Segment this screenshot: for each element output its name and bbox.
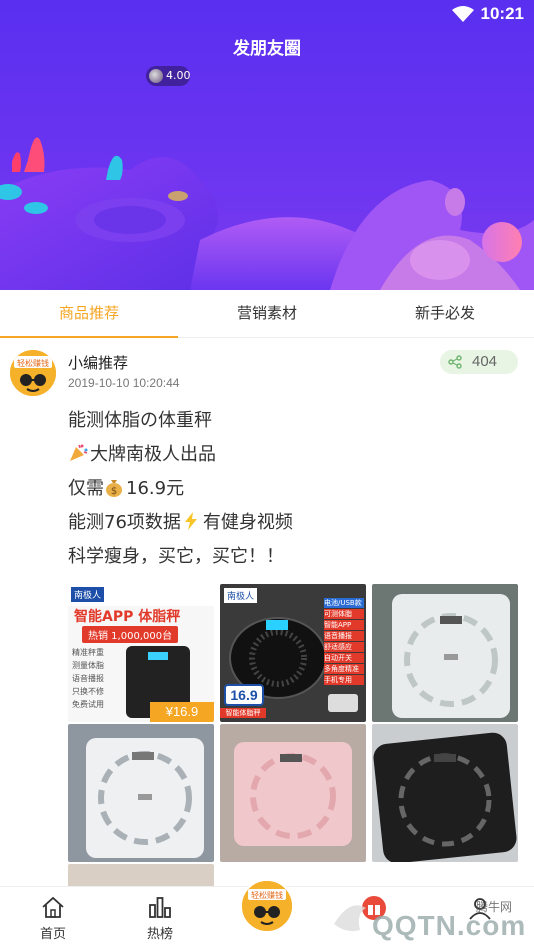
- header-banner: 10:21 发朋友圈 4.00: [0, 0, 534, 290]
- status-time: 10:21: [480, 4, 524, 23]
- banner-illustration: [0, 137, 534, 290]
- post-content: 能测体脂の体重秤 大牌南极人出品 仅需 $ 16.9元 能测76项数据 有健身视…: [68, 404, 518, 574]
- avatar-face-icon: 轻松赚钱: [10, 350, 56, 396]
- post-time: 2019-10-10 10:20:44: [68, 376, 180, 390]
- price-tag: ¥16.9: [150, 702, 214, 722]
- wifi-icon: [452, 6, 474, 22]
- page-title: 发朋友圈: [233, 39, 301, 59]
- coin-icon: [149, 69, 163, 83]
- tab-newbie[interactable]: 新手必发: [356, 290, 534, 337]
- scale-illustration: [404, 613, 498, 707]
- product-image-2[interactable]: 南极人 电池/USB款 可测体脂 智能APP 语音播报 舒适感应 自动开关 多角…: [220, 584, 366, 722]
- nav-home-label: 首页: [39, 927, 66, 942]
- share-icon: [448, 355, 462, 369]
- product-image-6[interactable]: [372, 724, 518, 862]
- content-line: 大牌南极人出品: [68, 438, 518, 472]
- home-icon: [42, 896, 64, 918]
- nav-center-button[interactable]: 轻松赚钱: [240, 879, 294, 933]
- scale-illustration: [250, 753, 336, 839]
- content-line: 能测76项数据 有健身视频: [68, 512, 293, 533]
- watermark-logo-icon: [334, 905, 366, 932]
- feature-list: 精准秤重 测量体脂 语音播报 只换不修 免费试用: [72, 648, 104, 709]
- tab-marketing[interactable]: 营销素材: [178, 290, 356, 337]
- image-sales: 热销 1,000,000台: [82, 626, 179, 643]
- party-popper-icon: [70, 444, 88, 461]
- product-image-5[interactable]: [220, 724, 366, 862]
- author-name: 小编推荐: [68, 354, 129, 372]
- brand-logo: 南极人: [71, 587, 105, 602]
- lightning-icon: [184, 512, 197, 530]
- image-title: 智能APP 体脂秤: [74, 609, 181, 625]
- content-line: 科学瘦身，买它，买它！！: [68, 546, 284, 567]
- coin-badge[interactable]: 4.00: [146, 66, 191, 86]
- product-image-1[interactable]: 南极人 智能APP 体脂秤 热销 1,000,000台 精准秤重 测量体脂 语音…: [68, 584, 214, 722]
- product-tag: 智能体脂秤: [220, 708, 266, 718]
- watermark-url: QQTN.com: [372, 910, 527, 941]
- share-count: 404: [472, 353, 498, 370]
- tab-bar: 商品推荐 营销素材 新手必发: [0, 290, 534, 338]
- money-bag-icon: $: [106, 480, 122, 497]
- svg-text:轻松赚钱: 轻松赚钱: [251, 890, 283, 900]
- avatar[interactable]: 轻松赚钱: [10, 350, 56, 396]
- scale-illustration: [98, 751, 192, 845]
- center-avatar-icon: 轻松赚钱: [242, 881, 292, 931]
- svg-text:$: $: [111, 486, 117, 497]
- scale-illustration: [398, 753, 492, 847]
- nav-ranking-label: 热榜: [146, 927, 173, 942]
- share-button[interactable]: 404: [440, 350, 518, 374]
- product-image-4[interactable]: [68, 724, 214, 862]
- price-tag: 16.9: [224, 684, 264, 706]
- content-line: 能测体脂の体重秤: [68, 410, 212, 431]
- svg-text:轻松赚钱: 轻松赚钱: [17, 358, 49, 368]
- watermark: 腾牛网 QQTN.com: [330, 884, 534, 949]
- status-bar: 10:21: [0, 0, 534, 30]
- chart-bars-icon: [149, 897, 171, 918]
- feature-list: 电池/USB款 可测体脂 智能APP 语音播报 舒适感应 自动开关 多角度精准 …: [324, 598, 364, 685]
- coin-amount: 4.00: [166, 69, 191, 82]
- tab-products[interactable]: 商品推荐: [0, 290, 178, 338]
- content-line: 仅需 $ 16.9元: [68, 478, 185, 499]
- product-image-3[interactable]: [372, 584, 518, 722]
